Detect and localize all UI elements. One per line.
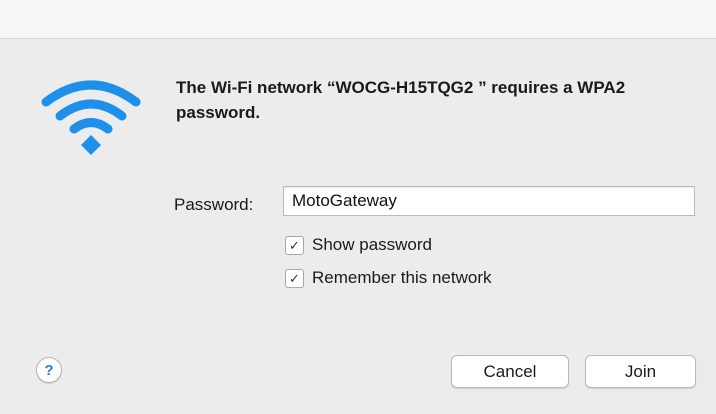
remember-network-checkbox[interactable]: ✓: [285, 268, 304, 288]
wifi-password-dialog: The Wi-Fi network “WOCG-H15TQG2 ” requir…: [0, 0, 716, 388]
show-password-checkbox[interactable]: ✓: [285, 235, 304, 255]
wifi-icon: [41, 80, 141, 155]
remember-network-option[interactable]: ✓ Remember this network: [285, 268, 492, 288]
help-button[interactable]: ?: [36, 357, 62, 383]
remember-network-label: Remember this network: [312, 268, 492, 287]
password-field[interactable]: [283, 186, 695, 216]
cancel-button[interactable]: Cancel: [451, 355, 569, 388]
show-password-label: Show password: [312, 235, 433, 254]
password-label: Password:: [174, 195, 254, 214]
show-password-option[interactable]: ✓ Show password: [285, 235, 432, 255]
join-button[interactable]: Join: [585, 355, 696, 388]
dialog-message: The Wi-Fi network “WOCG-H15TQG2 ” requir…: [176, 78, 626, 122]
